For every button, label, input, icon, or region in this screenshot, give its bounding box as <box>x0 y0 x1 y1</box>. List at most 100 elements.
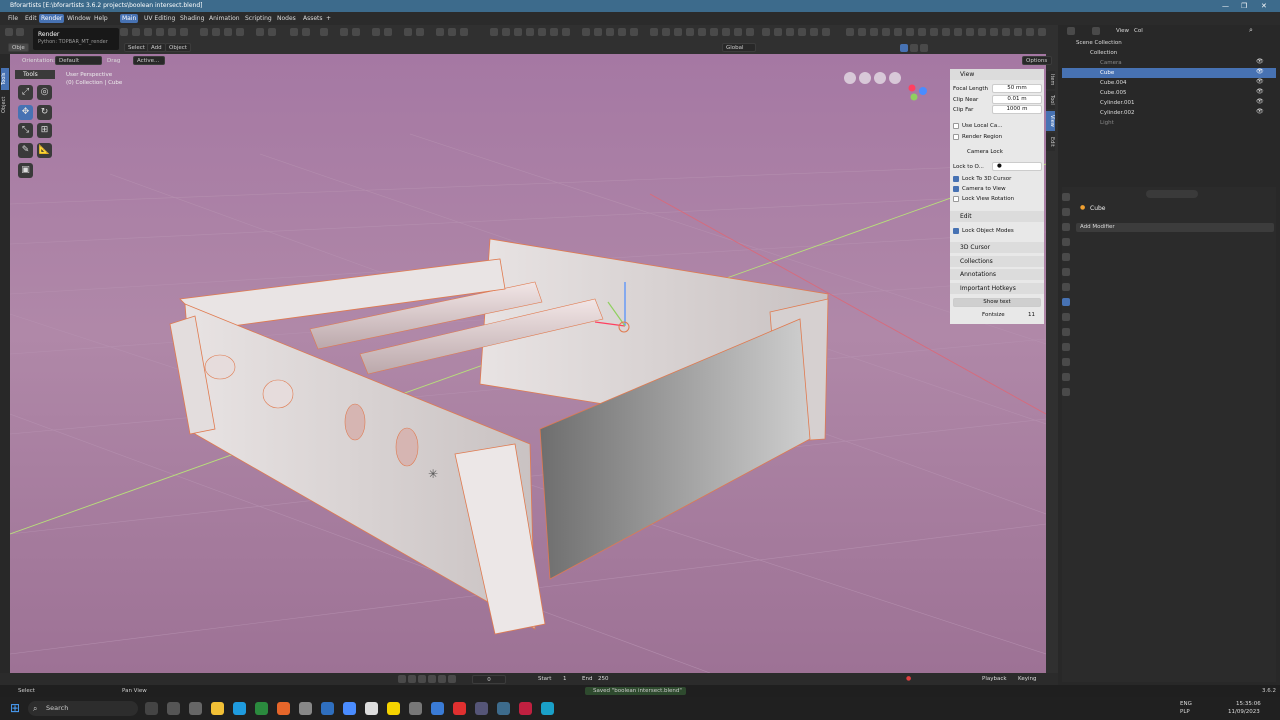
toolbar-icon[interactable] <box>698 28 706 36</box>
tab-main[interactable]: Main <box>120 14 139 23</box>
particles-tab-icon[interactable] <box>1062 313 1070 321</box>
language-indicator[interactable]: ENG <box>1180 700 1192 708</box>
toolbar-icon[interactable] <box>906 28 914 36</box>
camera-lock-subheader[interactable]: Camera Lock <box>967 148 1003 156</box>
toolbar-icon[interactable] <box>404 28 412 36</box>
eye-icon[interactable]: 👁 <box>1256 68 1264 75</box>
toolbar-icon[interactable] <box>746 28 754 36</box>
outliner-row[interactable]: Cylinder.002 <box>1062 108 1276 118</box>
toolbar-icon[interactable] <box>870 28 878 36</box>
toolbar-icon[interactable] <box>686 28 694 36</box>
toolbar-icon[interactable] <box>538 28 546 36</box>
peg-2[interactable] <box>262 379 294 409</box>
properties-search[interactable] <box>1146 190 1198 198</box>
shading-solid-icon[interactable] <box>900 44 908 52</box>
hole-1[interactable] <box>344 403 366 441</box>
outliner-view-menu[interactable]: View <box>1116 27 1129 35</box>
clip-near-field[interactable]: 0.01 m <box>992 95 1042 104</box>
tab-nodes[interactable]: Nodes <box>275 14 298 23</box>
toolbar-icon[interactable] <box>942 28 950 36</box>
3d-viewport[interactable]: ✳ <box>10 54 1046 673</box>
toolbar-icon[interactable] <box>340 28 348 36</box>
toolbar-icon[interactable] <box>302 28 310 36</box>
editor-type-icon[interactable] <box>1067 27 1075 35</box>
view-layer-tab-icon[interactable] <box>1062 238 1070 246</box>
toolbar-icon[interactable] <box>236 28 244 36</box>
toolbar-icon[interactable] <box>156 28 164 36</box>
menu-render[interactable]: Render <box>39 14 65 23</box>
shading-material-icon[interactable] <box>910 44 918 52</box>
toolbar-icon[interactable] <box>502 28 510 36</box>
eye-icon[interactable]: 👁 <box>1256 88 1264 95</box>
playback-menu[interactable]: Playback <box>982 675 1007 683</box>
toolbar-icon[interactable] <box>966 28 974 36</box>
toolbar-icon[interactable] <box>384 28 392 36</box>
lock-to-object-field[interactable]: ● <box>992 162 1042 171</box>
tab-tools[interactable]: Tools <box>1 68 9 90</box>
tab-shading[interactable]: Shading <box>178 14 206 23</box>
toolbar-icon[interactable] <box>526 28 534 36</box>
object-menu[interactable]: Object <box>165 43 191 52</box>
view-zoom-icon[interactable] <box>889 72 901 84</box>
view-pan-icon[interactable] <box>874 72 886 84</box>
peg-1[interactable] <box>204 354 236 380</box>
tab-uv-editing[interactable]: UV Editing <box>142 14 177 23</box>
texture-tab-icon[interactable] <box>1062 388 1070 396</box>
object-tab-icon[interactable] <box>1062 283 1070 291</box>
close-icon[interactable]: ✕ <box>1261 0 1267 12</box>
next-key-icon[interactable] <box>438 675 446 683</box>
mode-selector[interactable]: Obje <box>8 43 29 52</box>
view-section-header[interactable]: View <box>950 69 1044 80</box>
tab-scripting[interactable]: Scripting <box>243 14 274 23</box>
toolbar-icon[interactable] <box>436 28 444 36</box>
eye-icon[interactable]: 👁 <box>1256 98 1264 105</box>
toolbar-icon[interactable] <box>320 28 328 36</box>
maximize-icon[interactable]: ❐ <box>1241 0 1247 12</box>
toolbar-icon[interactable] <box>674 28 682 36</box>
toolbar-icon[interactable] <box>372 28 380 36</box>
toolbar-icon[interactable] <box>762 28 770 36</box>
start-field[interactable]: 1 <box>563 675 567 683</box>
toolbar-icon[interactable] <box>144 28 152 36</box>
use-local-camera-checkbox[interactable] <box>953 122 959 129</box>
scale-tool-icon[interactable]: ⤡ <box>18 123 33 138</box>
clip-far-field[interactable]: 1000 m <box>992 105 1042 114</box>
taskbar-search[interactable]: ⌕ Search <box>28 701 138 716</box>
render-region-checkbox[interactable] <box>953 133 959 140</box>
task-view-icon[interactable] <box>145 702 158 715</box>
keyboard-layout[interactable]: PLP <box>1180 708 1190 716</box>
toolbar-icon[interactable] <box>1026 28 1034 36</box>
scene-tab-icon[interactable] <box>1062 253 1070 261</box>
edge-icon[interactable] <box>233 702 246 715</box>
clock-time[interactable]: 15:35:06 <box>1236 700 1261 708</box>
app-icon[interactable] <box>299 702 312 715</box>
view-ortho-icon[interactable] <box>859 72 871 84</box>
nav-z-icon[interactable] <box>919 87 927 95</box>
3d-cursor-section-header[interactable]: 3D Cursor <box>950 242 1044 253</box>
toolbar-icon[interactable] <box>290 28 298 36</box>
menu-window[interactable]: Window <box>65 14 93 23</box>
outliner-row[interactable]: Cube.005 <box>1062 88 1276 98</box>
tab-animation[interactable]: Animation <box>207 14 242 23</box>
transform-orientation[interactable]: Global <box>722 43 756 52</box>
tab-item[interactable]: Item <box>1046 71 1055 89</box>
camera-to-view-checkbox[interactable] <box>953 185 959 192</box>
display-mode-icon[interactable] <box>1092 27 1100 35</box>
clock-date[interactable]: 11/09/2023 <box>1228 708 1260 716</box>
toolbar-icon[interactable] <box>352 28 360 36</box>
play-icon[interactable] <box>448 28 456 36</box>
toolbar-icon[interactable] <box>710 28 718 36</box>
toolbar-icon[interactable] <box>618 28 626 36</box>
outliner-row[interactable]: Cube.004 <box>1062 78 1276 88</box>
keying-menu[interactable]: Keying <box>1018 675 1036 683</box>
toolbar-icon[interactable] <box>882 28 890 36</box>
add-workspace-icon[interactable]: + <box>324 14 333 23</box>
toolbar-icon[interactable] <box>224 28 232 36</box>
hotkeys-section-header[interactable]: Important Hotkeys <box>950 283 1044 294</box>
toolbar-icon[interactable] <box>930 28 938 36</box>
lock-view-rotation-checkbox[interactable] <box>953 195 959 202</box>
toolbar-icon[interactable] <box>460 28 468 36</box>
data-tab-icon[interactable] <box>1062 358 1070 366</box>
app-icon[interactable] <box>167 702 180 715</box>
constraints-tab-icon[interactable] <box>1062 343 1070 351</box>
